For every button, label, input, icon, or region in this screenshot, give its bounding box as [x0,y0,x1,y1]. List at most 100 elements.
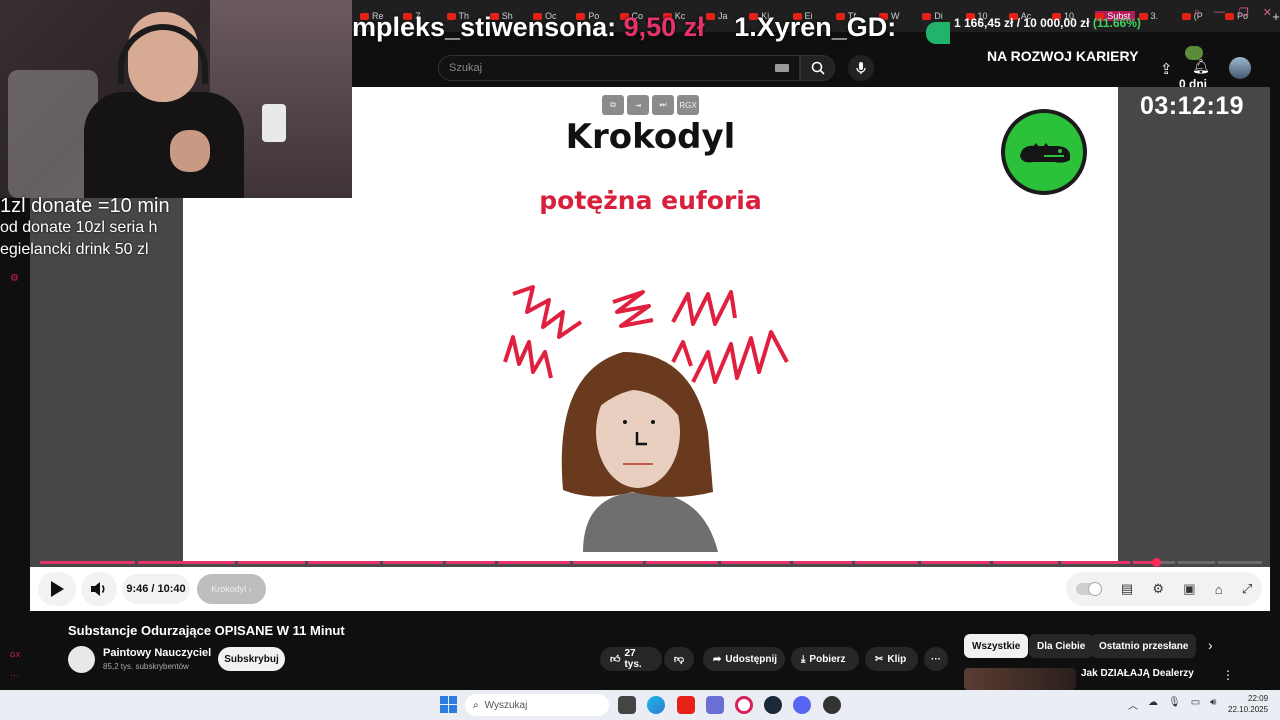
steam-icon[interactable] [764,696,782,714]
channel-name[interactable]: Paintowy Nauczyciel [103,647,211,659]
edge-browser-icon[interactable] [647,696,665,714]
snipping-tool-icon[interactable] [706,696,724,714]
chip-all[interactable]: Wszystkie [964,634,1029,658]
video-progress-bar[interactable] [40,561,1262,564]
overlay-control-button[interactable]: ⏭ [652,95,674,115]
system-tray: ︿ ☁ 🎙︎ ▭ 🔊︎ [1128,697,1216,712]
chapter-gap [1130,561,1133,564]
webcam-person-body [84,92,244,198]
settings-gear-icon[interactable]: ⚙ [1152,581,1164,597]
search-tabs-icon[interactable]: ⌕ [1194,6,1200,19]
clip-button[interactable]: ✂ Klip [865,647,918,671]
chapter-gap [718,561,721,564]
volume-button[interactable] [81,572,117,606]
obs-icon[interactable] [823,696,841,714]
minimize-icon[interactable]: — [1214,6,1225,19]
channel-logo-crocodile-icon [1001,109,1087,195]
discord-icon[interactable] [793,696,811,714]
gx-icon[interactable]: GX [10,652,20,659]
channel-subscriber-count: 85,2 tys. subskrybentów [103,662,189,671]
youtube-app-icon[interactable] [677,696,695,714]
miniplayer-icon[interactable]: ▣ [1183,581,1195,597]
cloud-icon[interactable]: ☁ [1148,697,1158,712]
download-button[interactable]: ⤓ Pobierz [791,647,859,671]
chapter-button[interactable]: Krokodyl › [197,574,266,604]
subtitles-icon[interactable]: ▤ [1121,581,1133,597]
more-actions-button[interactable]: ··· [924,647,948,671]
progress-scrubber[interactable] [1152,558,1161,567]
chapter-gap [235,561,238,564]
clip-label: Klip [887,653,907,665]
share-button[interactable]: ➦ Udostępnij [703,647,785,671]
goal-bar [926,22,950,44]
restore-icon[interactable]: ❐ [1239,6,1249,19]
window-controls: ⌕ — ❐ ✕ [1194,6,1272,19]
speaker-icon[interactable]: 🔊︎ [1210,697,1216,712]
chapter-gap [495,561,498,564]
chapter-gap [305,561,308,564]
chapter-label: Krokodyl [211,584,247,594]
chapter-gap [790,561,793,564]
play-icon [51,581,64,597]
create-upload-icon[interactable]: ⇪ [1160,60,1173,78]
more-dots-icon[interactable]: ··· [10,670,19,680]
like-button[interactable]: 👍︎ 27 tys. [600,647,662,671]
chapter-gap [135,561,138,564]
search-icon [811,61,825,75]
search-input[interactable]: Szukaj [438,55,800,81]
task-view-icon[interactable] [618,696,636,714]
channel-avatar[interactable] [68,646,95,673]
close-icon[interactable]: ✕ [1263,6,1272,19]
player-right-controls: ▤ ⚙ ▣ ⌂ ⤢ [1066,572,1262,606]
taskbar-clock[interactable]: 22:09 22.10.2025 [1228,693,1268,715]
voice-search-button[interactable] [848,55,874,81]
screen: Re Z Th Sh Oc Po Co Kc Ja Ki Ei Tř W Di 10 Ac 10 Subst 3.(… [0,0,1280,720]
like-count: 27 tys. [624,648,642,670]
goal-caption: NA ROZWOJ KARIERY [987,48,1139,64]
account-avatar[interactable] [1229,57,1251,79]
opera-gx-icon[interactable] [735,696,753,714]
taskbar-search[interactable]: ⌕ Wyszukaj [465,694,609,716]
search-button[interactable] [800,55,835,81]
keyboard-icon[interactable] [775,64,789,72]
new-tab-button[interactable]: + [1272,9,1280,24]
microphone-icon[interactable]: 🎙︎ [1168,697,1181,712]
player-letterbox-right [1118,87,1270,611]
overlay-control-button[interactable]: RGX [677,95,699,115]
autoplay-toggle[interactable] [1075,582,1102,596]
chapter-gap [1058,561,1061,564]
settings-gear-icon[interactable]: ⚙ [10,273,19,284]
subscribe-button[interactable]: Subskrybuj [218,647,285,671]
recommended-menu-icon[interactable]: ⋮ [1222,668,1234,682]
dislike-button[interactable]: 👎︎ [664,647,694,671]
clock-time: 22:09 [1248,694,1269,703]
clock-date: 22.10.2025 [1228,705,1269,714]
microphone-icon [856,62,866,74]
chip-for-you[interactable]: Dla Ciebie [1029,634,1094,658]
share-label: Udostępnij [725,653,778,665]
video-title: Substancje Odurzające OPISANE W 11 Minut [68,623,345,638]
notifications-bell-icon[interactable]: 🔔︎ [1192,58,1210,75]
chapter-gap [1215,561,1218,564]
download-label: Pobierz [809,653,846,665]
recommended-thumbnail[interactable] [964,668,1076,690]
browser-tab[interactable]: 3. [1138,11,1178,21]
ticker-amount: 9,50 zł [623,12,705,42]
chapter-gap [443,561,446,564]
chapter-gap [380,561,383,564]
overlay-control-button[interactable]: ⇥ [627,95,649,115]
info-text-line-3: egielancki drink 50 zl [0,241,149,258]
chips-next-chevron-icon[interactable]: › [1208,637,1213,653]
network-icon[interactable]: ▭ [1191,697,1200,712]
tray-expand-icon[interactable]: ︿ [1128,697,1138,712]
overlay-control-button[interactable]: ⧉ [602,95,624,115]
play-button[interactable] [38,572,76,606]
illustration-woman-euphoria [503,285,789,552]
fullscreen-icon[interactable]: ⤢ [1242,581,1252,597]
recommended-title[interactable]: Jak DZIAŁAJĄ Dealerzy [1081,668,1194,679]
ticker-donor: mpleks_stiwensona: [352,12,617,42]
thumbs-down-icon: 👎︎ [673,654,685,665]
chip-recently-uploaded[interactable]: Ostatnio przesłane [1091,634,1197,658]
cast-icon[interactable]: ⌂ [1215,582,1223,597]
windows-start-icon[interactable] [440,696,457,713]
